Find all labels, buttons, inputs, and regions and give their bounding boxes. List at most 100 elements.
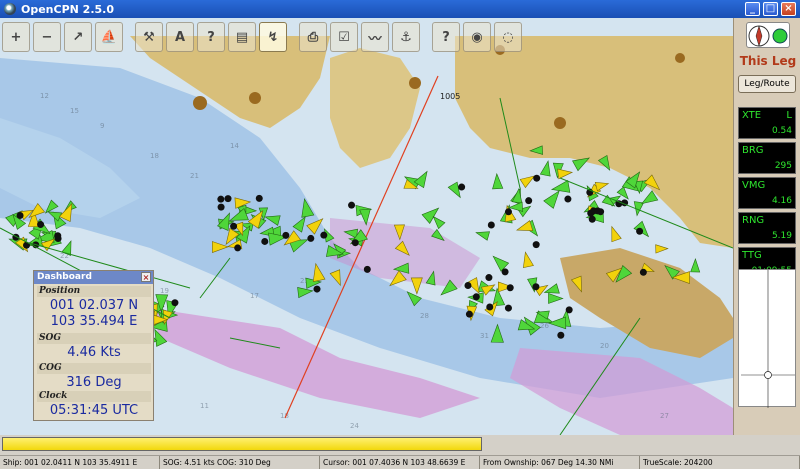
dashboard-close-button[interactable]: × [141, 272, 151, 282]
route-side-panel: This Leg Leg/Route XTE L 0.54 BRG 295 VMG 4.16… [733, 18, 800, 435]
instrument-vmg: VMG 4.16 [738, 177, 796, 209]
vessel-dot-icon [23, 241, 31, 249]
text-button[interactable]: A [166, 22, 194, 52]
scale-in-button[interactable]: ↗ [64, 22, 92, 52]
vessel-dot-icon [525, 197, 533, 205]
leg-route-button[interactable]: Leg/Route [738, 75, 796, 93]
svg-text:21: 21 [190, 172, 199, 180]
vessel-dot-icon [307, 234, 315, 242]
maximize-button[interactable]: □ [763, 2, 778, 16]
svg-text:15: 15 [70, 107, 79, 115]
info-button[interactable]: ? [432, 22, 460, 52]
longitude-value: 103 35.494 E [50, 314, 138, 329]
vessel-dot-icon [532, 283, 540, 291]
status-sog-cog: SOG: 4.51 kts COG: 310 Deg [160, 456, 320, 469]
vessel-dot-icon [234, 244, 242, 252]
svg-text:9: 9 [100, 122, 104, 130]
svg-text:17: 17 [250, 292, 259, 300]
instrument-rng: RNG 5.19 [738, 212, 796, 244]
settings-button[interactable]: ⚒ [135, 22, 163, 52]
instrument-label: TTG [742, 250, 762, 261]
vessel-dot-icon [486, 303, 494, 311]
instrument-label: BRG [742, 145, 764, 156]
layers-button[interactable]: ▤ [228, 22, 256, 52]
vessel-dot-icon [217, 203, 225, 211]
svg-text:11: 11 [200, 402, 209, 410]
status-from-ownship: From Ownship: 067 Deg 14.30 NMi [480, 456, 640, 469]
svg-text:24: 24 [350, 422, 359, 430]
route-button[interactable]: ↯ [259, 22, 287, 52]
svg-text:28: 28 [420, 312, 429, 320]
latitude-value: 001 02.037 N [49, 298, 139, 313]
toolbar-separator [423, 22, 429, 56]
vessel-dot-icon [533, 174, 541, 182]
vessel-dot-icon [54, 232, 62, 240]
boat-marker-icon [764, 371, 772, 379]
chart-quilt-bar[interactable] [2, 437, 482, 451]
status-bar: Ship: 001 02.0411 N 103 35.4911 E SOG: 4… [0, 455, 800, 469]
vessel-dot-icon [636, 227, 644, 235]
checklist-icon: ☑ [338, 29, 350, 45]
vessel-dot-icon [363, 265, 371, 273]
question-icon: ? [207, 29, 215, 45]
vessel-dot-icon [557, 331, 565, 339]
toolbar-separator [290, 22, 296, 56]
compass-widget[interactable] [746, 22, 790, 48]
vessel-dot-icon [506, 284, 514, 292]
check-button[interactable]: ☑ [330, 22, 358, 52]
vessel-dot-icon [485, 274, 493, 282]
wrench-icon: ⚒ [143, 29, 155, 45]
leg-title: This Leg [739, 54, 797, 68]
gps-status-icon [772, 28, 788, 44]
print-button[interactable]: ⎙ [299, 22, 327, 52]
ship-button[interactable]: ⛵ [95, 22, 123, 52]
close-button[interactable]: × [781, 2, 796, 16]
vessel-dot-icon [590, 207, 598, 215]
text-icon: A [174, 29, 186, 45]
vessel-dot-icon [565, 306, 573, 314]
route-icon: ↯ [267, 29, 279, 45]
window-title: OpenCPN 2.5.0 [21, 2, 115, 16]
status-ship-position: Ship: 001 02.0411 N 103 35.4911 E [0, 456, 160, 469]
instrument-value: 5.19 [771, 231, 792, 241]
status-truescale: TrueScale: 204200 [640, 456, 800, 469]
zoom-out-icon: − [41, 29, 53, 45]
track-icon: 〰 [368, 31, 382, 47]
vessel-dot-icon [504, 208, 512, 216]
vessel-dot-icon [487, 221, 495, 229]
minimize-button[interactable]: _ [745, 2, 760, 16]
vessel-dot-icon [588, 215, 596, 223]
title-bar[interactable]: OpenCPN 2.5.0 _ □ × [0, 0, 800, 18]
ais-button[interactable]: ◉ [463, 22, 491, 52]
ais-icon: ◉ [471, 29, 483, 45]
instrument-value: 0.54 [771, 126, 792, 136]
vessel-dot-icon [217, 195, 225, 203]
svg-text:12: 12 [40, 92, 49, 100]
anchor-button[interactable]: ⚓ [392, 22, 420, 52]
svg-text:19: 19 [160, 287, 169, 295]
dashboard-window[interactable]: Dashboard × Position 001 02.037 N 103 35… [33, 270, 154, 421]
zoom-out-button[interactable]: − [33, 22, 61, 52]
vessel-dot-icon [37, 221, 45, 229]
toolbar-separator [126, 22, 132, 56]
vessel-dot-icon [320, 231, 328, 239]
book-icon: ? [442, 29, 450, 45]
cog-value: 316 Deg [66, 375, 122, 390]
scale-in-icon: ↗ [72, 29, 84, 45]
svg-text:27: 27 [660, 412, 669, 420]
track-button[interactable]: 〰 [361, 22, 389, 52]
vessel-dot-icon [504, 304, 512, 312]
instrument-label: XTE [742, 110, 762, 121]
zoom-in-button[interactable]: + [2, 22, 30, 52]
dashboard-title-bar[interactable]: Dashboard × [34, 271, 153, 284]
ship-icon: ⛵ [100, 29, 118, 45]
vessel-dot-icon [532, 241, 540, 249]
mob-button[interactable]: ◌ [494, 22, 522, 52]
printer-icon: ⎙ [307, 29, 319, 45]
vessel-dot-icon [313, 285, 321, 293]
vessel-dot-icon [224, 195, 232, 203]
instrument-unit: L [786, 110, 792, 121]
instrument-value: 295 [774, 161, 792, 171]
vessel-dot-icon [464, 281, 472, 289]
help-button[interactable]: ? [197, 22, 225, 52]
